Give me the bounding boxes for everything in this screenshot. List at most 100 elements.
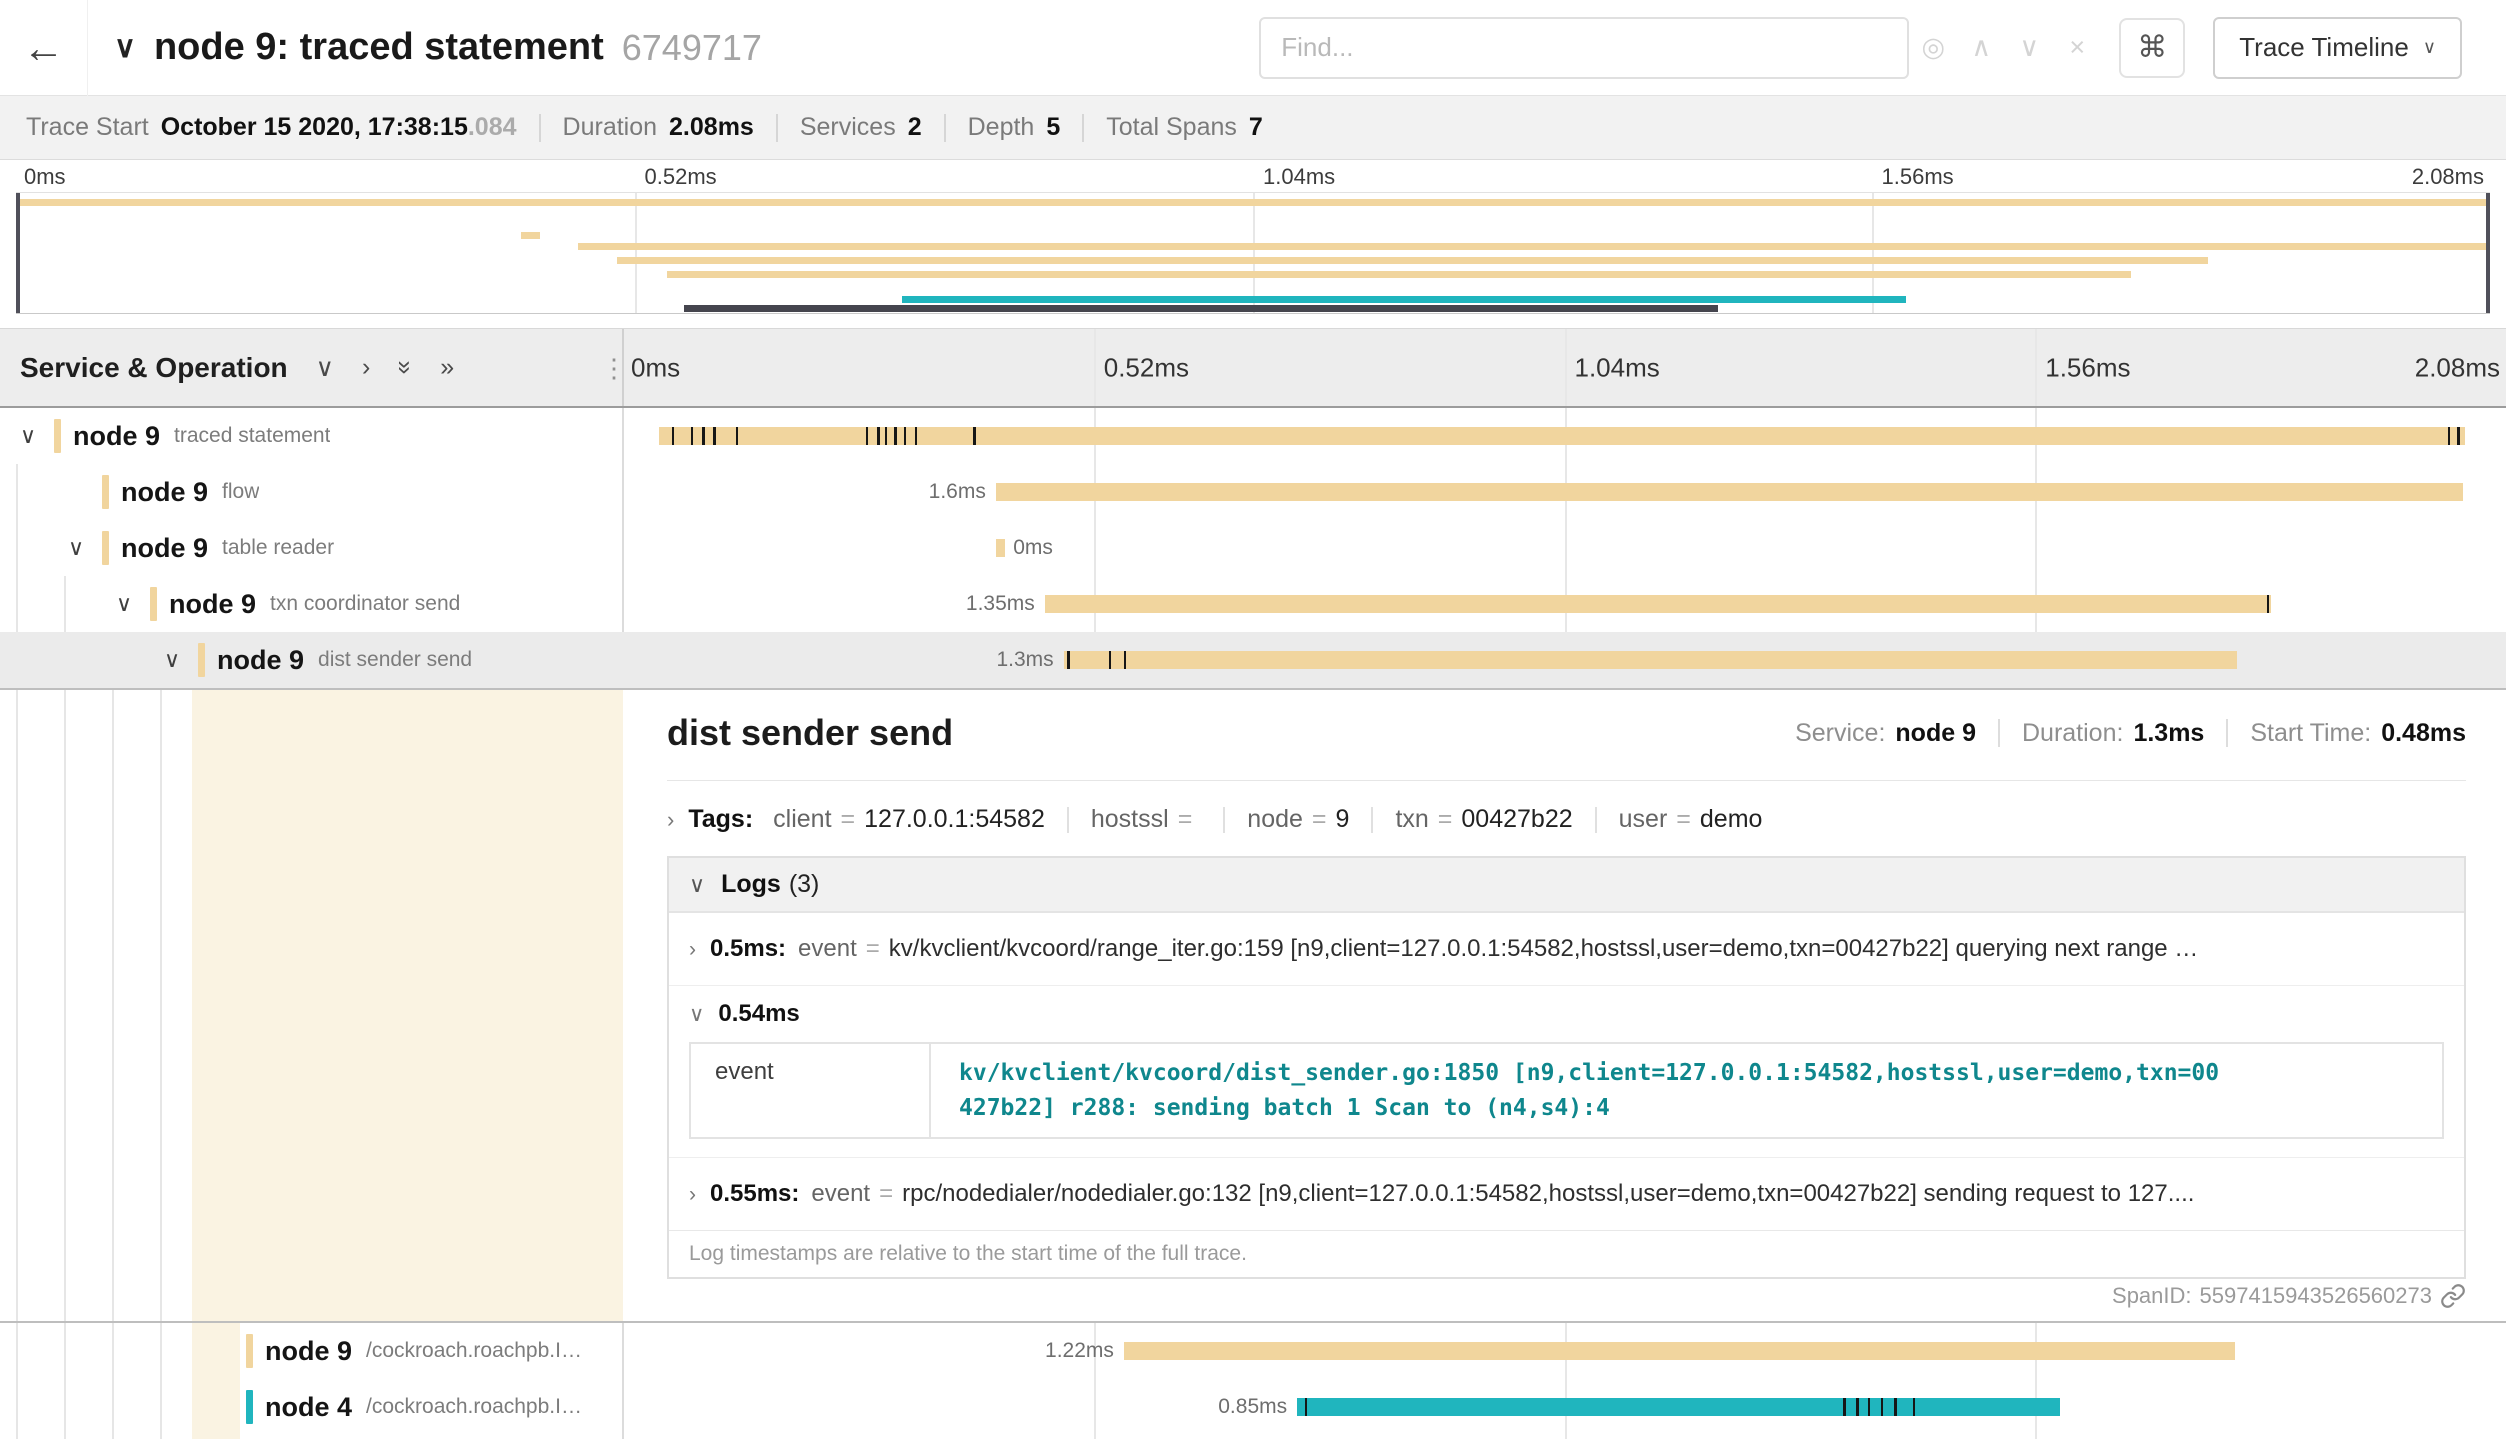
span-name-column[interactable]: ∨node 9traced statement (0, 408, 623, 464)
span-duration-bar[interactable] (1064, 651, 2237, 669)
span-row[interactable]: ∨node 9txn coordinator send1.35ms (0, 576, 2506, 632)
span-timeline-column[interactable]: 1.6ms (623, 464, 2506, 520)
tags-row[interactable]: › Tags: client=127.0.0.1:54582hostssl=no… (667, 805, 2466, 834)
span-duration-bar[interactable] (1124, 1342, 2235, 1360)
span-timeline-column[interactable]: 0.85ms (623, 1379, 2506, 1435)
span-name-column[interactable]: ∨node 9table reader (0, 520, 623, 576)
span-name-column[interactable]: node 9flow (0, 464, 623, 520)
find-next-button[interactable]: ∨ (2005, 32, 2053, 63)
service-name: node 9 (169, 589, 256, 620)
tag-item[interactable]: hostssl= (1091, 805, 1201, 834)
time-tick-label: 1.04ms (1575, 352, 1660, 383)
log-field-key: event (811, 1180, 870, 1208)
collapse-all-button[interactable]: » (391, 361, 420, 375)
span-row[interactable]: node 4/cockroach.roachpb.I… 0.85ms (0, 1379, 2506, 1435)
span-timeline-column[interactable]: 1.22ms (623, 1323, 2506, 1379)
logs-header[interactable]: ∨ Logs (3) (669, 858, 2464, 913)
detail-meta-value: 1.3ms (2133, 719, 2204, 748)
operation-name: dist sender send (318, 648, 472, 672)
equals-sign: = (1676, 805, 1691, 834)
equals-sign: = (1178, 805, 1193, 834)
span-row[interactable]: node 9flow1.6ms (0, 464, 2506, 520)
span-timeline-column[interactable]: 0ms (623, 520, 2506, 576)
timeline-header-row: Service & Operation ∨ › » » 0ms0.52ms1.0… (0, 328, 2506, 408)
chevron-down-icon[interactable]: ∨ (689, 872, 705, 898)
collapse-one-button[interactable]: ∨ (316, 353, 334, 383)
span-row[interactable]: ∨node 9traced statement (0, 408, 2506, 464)
service-name: node 9 (217, 645, 304, 676)
span-duration-bar[interactable] (659, 427, 2465, 445)
chevron-down-icon[interactable]: ∨ (20, 423, 54, 449)
find-input[interactable] (1259, 17, 1909, 79)
time-tick-label: 1.56ms (1882, 164, 1954, 190)
minimap-left-handle[interactable] (16, 193, 20, 313)
minimap-canvas[interactable] (16, 192, 2490, 314)
span-duration-label: 0.85ms (1218, 1395, 1287, 1419)
column-resizer-grip[interactable]: ⋮ (601, 355, 627, 381)
span-log-marker (877, 427, 880, 445)
span-log-marker (2457, 427, 2460, 445)
operation-name: traced statement (174, 424, 330, 448)
column-resizer-grip[interactable]: ⋮ (0, 696, 4, 722)
chevron-down-icon[interactable]: ∨ (116, 591, 150, 617)
find-target-icon[interactable]: ◎ (1909, 32, 1957, 63)
chevron-right-icon[interactable]: › (667, 807, 674, 833)
separator (1595, 807, 1597, 833)
tag-key: node (1247, 805, 1303, 834)
chevron-down-icon[interactable]: ∨ (164, 647, 198, 673)
span-duration-bar[interactable] (1297, 1398, 2060, 1416)
grid-line (635, 193, 637, 313)
chevron-right-icon[interactable]: › (689, 938, 696, 962)
span-timeline-column[interactable] (623, 408, 2506, 464)
span-log-marker (2267, 595, 2270, 613)
link-icon[interactable] (2440, 1283, 2466, 1309)
span-log-marker (1067, 651, 1070, 669)
find-clear-button[interactable]: × (2053, 32, 2101, 63)
span-row[interactable]: node 9/cockroach.roachpb.I…1.22ms (0, 1323, 2506, 1379)
find-prev-button[interactable]: ∧ (1957, 32, 2005, 63)
summary-value: 5 (1046, 113, 1060, 142)
expand-all-button[interactable]: » (440, 353, 454, 382)
separator (1998, 719, 2000, 747)
span-detail-indent-area: ⋮ (0, 690, 623, 1321)
tag-item[interactable]: client=127.0.0.1:54582 (773, 805, 1045, 834)
back-button[interactable]: ← (0, 0, 88, 96)
chevron-down-icon[interactable]: ∨ (68, 535, 102, 561)
tag-item[interactable]: user=demo (1619, 805, 1763, 834)
tag-key: txn (1395, 805, 1428, 834)
minimap-right-handle[interactable] (2486, 193, 2490, 313)
minimap-span-bar (684, 305, 1718, 312)
chevron-down-icon[interactable]: ∨ (689, 1002, 704, 1027)
span-name-column[interactable]: node 4/cockroach.roachpb.I… (0, 1379, 623, 1435)
log-field-value: kv/kvclient/kvcoord/range_iter.go:159 [n… (889, 935, 2444, 963)
summary-value-fraction: .084 (468, 113, 517, 142)
span-log-marker (1913, 1398, 1916, 1416)
trace-title-chevron-down-icon[interactable]: ∨ (114, 30, 136, 65)
trace-timeline-label: Trace Timeline (2239, 32, 2409, 63)
keyboard-shortcuts-button[interactable]: ⌘ (2119, 18, 2185, 78)
span-name-column[interactable]: ∨ node 9 dist sender send (0, 632, 623, 688)
log-entry[interactable]: ›0.55ms:event=rpc/nodedialer/nodedialer.… (669, 1157, 2464, 1230)
span-timeline-column[interactable]: 1.3ms (623, 632, 2506, 688)
time-tick-label: 0ms (24, 164, 66, 190)
span-timeline-column[interactable]: 1.35ms (623, 576, 2506, 632)
span-name-column[interactable]: node 9/cockroach.roachpb.I… (0, 1323, 623, 1379)
trace-timeline-view-selector[interactable]: Trace Timeline ∨ (2213, 17, 2462, 79)
span-duration-bar[interactable] (1045, 595, 2271, 613)
span-duration-bar[interactable] (996, 539, 1005, 557)
time-tick-label: 1.56ms (2045, 352, 2130, 383)
minimap-span-bar (521, 232, 541, 239)
span-row[interactable]: ∨node 9table reader0ms (0, 520, 2506, 576)
span-name-column[interactable]: ∨node 9txn coordinator send (0, 576, 623, 632)
service-color-indicator (102, 475, 109, 509)
log-entry[interactable]: ›0.5ms:event=kv/kvclient/kvcoord/range_i… (669, 913, 2464, 985)
span-duration-bar[interactable] (996, 483, 2463, 501)
tag-item[interactable]: txn=00427b22 (1395, 805, 1572, 834)
operation-name: /cockroach.roachpb.I… (366, 1339, 582, 1363)
equals-sign: = (866, 935, 880, 963)
chevron-right-icon[interactable]: › (689, 1183, 696, 1207)
expand-one-button[interactable]: › (362, 353, 370, 382)
log-entry-header[interactable]: ∨0.54ms (689, 1000, 2444, 1028)
span-row[interactable]: ∨ node 9 dist sender send 1.3ms (0, 632, 2506, 688)
tag-item[interactable]: node=9 (1247, 805, 1349, 834)
